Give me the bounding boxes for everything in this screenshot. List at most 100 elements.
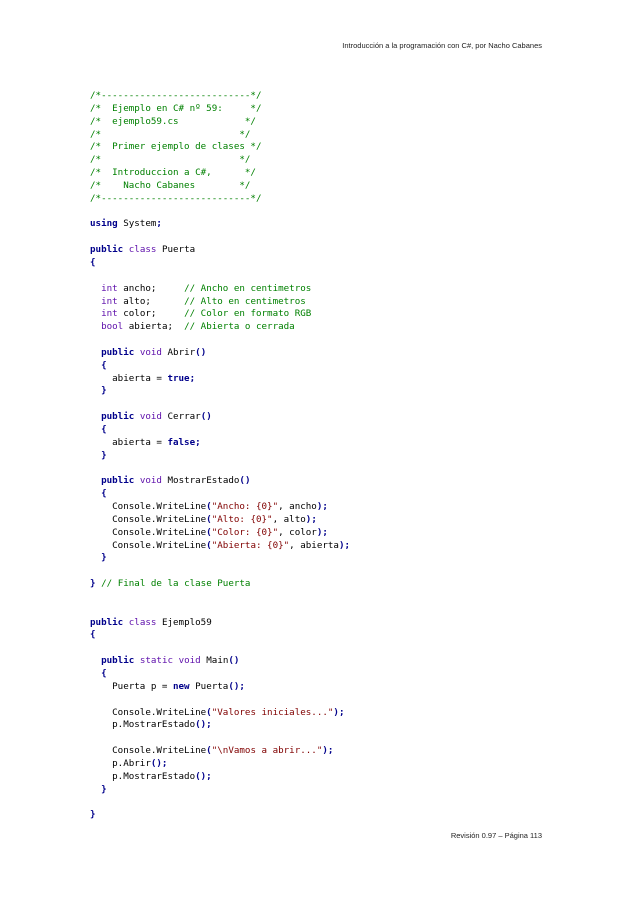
code-line: /* Primer ejemplo de clases */ [90,141,350,154]
code-text: abierta; [123,321,185,333]
code-line: using System; [90,218,350,231]
code-line: Console.WriteLine("Color: {0}", color); [90,527,350,540]
code-comment: // Alto en centimetros [184,295,306,307]
code-line: abierta = true; [90,373,350,386]
code-text: Console.WriteLine [90,501,207,512]
page-footer: Revisión 0.97 – Página 113 [450,831,542,840]
code-text: , alto [272,513,306,525]
code-punctuation: ); [316,526,328,538]
code-punctuation: { [101,488,107,500]
code-line: /* ejemplo59.cs */ [90,116,350,129]
code-line: } // Final de la clase Puerta [90,578,350,591]
code-punctuation: (); [228,680,245,692]
code-type: int [101,308,118,320]
code-line: public class Puerta [90,244,350,257]
code-punctuation: ); [305,513,317,525]
code-string: "Color: {0}" [211,526,279,538]
code-punctuation: { [90,629,96,641]
code-keyword: public [90,616,124,628]
code-text: MostrarEstado [161,475,240,487]
code-line: /*---------------------------*/ [90,90,350,103]
code-line: /*---------------------------*/ [90,193,350,206]
code-punctuation: } [101,552,107,564]
code-line: bool abierta; // Abierta o cerrada [90,321,350,334]
code-type: void [139,475,162,487]
code-line: Console.WriteLine("Valores iniciales..."… [90,707,350,720]
code-type: int [101,282,118,294]
code-text: Abrir [161,346,196,358]
code-punctuation: (); [195,719,212,731]
code-text: , ancho [278,501,317,512]
code-text: p.Abrir [90,757,151,769]
page-header: Introducción a la programación con C#, p… [342,41,542,50]
code-comment: /* Introduccion a C#, */ [90,167,256,179]
code-text: abierta = [90,372,168,384]
code-line: Console.WriteLine("\nVamos a abrir..."); [90,745,350,758]
code-keyword: new [172,680,190,692]
code-punctuation: { [101,667,107,679]
code-comment: /*---------------------------*/ [90,192,262,204]
code-punctuation: (); [150,757,168,769]
code-line: /* Ejemplo en C# nº 59: */ [90,103,350,116]
code-type: void [139,346,162,358]
code-punctuation: } [101,449,107,461]
code-line: { [90,257,350,270]
code-text: Puerta [156,244,196,256]
code-keyword: public [101,411,135,423]
code-text: ancho; [117,282,185,294]
code-string: "Valores iniciales..." [211,706,334,718]
code-keyword: public [101,346,135,358]
code-punctuation: ); [322,745,334,757]
code-punctuation: (); [195,770,212,782]
code-comment: // Abierta o cerrada [184,321,295,333]
code-text: Console.WriteLine [90,539,207,551]
code-line: } [90,784,350,797]
code-text: Cerrar [161,411,201,423]
code-comment: // Final de la clase Puerta [101,578,251,590]
code-line: Puerta p = new Puerta(); [90,681,350,694]
code-type: class [128,244,157,256]
code-string: "Ancho: {0}" [211,501,279,512]
code-type: void [178,655,201,667]
code-text: Console.WriteLine [90,526,207,538]
code-keyword: public [90,244,124,256]
code-punctuation: ; [189,372,196,384]
code-line: { [90,424,350,437]
code-punctuation: ; [195,436,201,448]
code-punctuation: } [101,385,107,397]
code-text: abierta = [90,436,168,448]
code-line: /* Nacho Cabanes */ [90,180,350,193]
code-text: , abierta [289,539,339,551]
code-comment: /* Primer ejemplo de clases */ [90,141,262,153]
code-line: { [90,488,350,501]
code-line: { [90,629,350,642]
code-line: } [90,552,350,565]
code-punctuation: { [101,359,107,371]
code-text: , color [278,526,317,538]
code-comment: // Ancho en centimetros [184,282,312,294]
code-line: abierta = false; [90,437,350,450]
code-line: /* Introduccion a C#, */ [90,167,350,180]
code-text: Ejemplo59 [156,616,212,628]
code-line: int alto; // Alto en centimetros [90,296,350,309]
code-keyword: using [90,218,118,230]
code-line: public class Ejemplo59 [90,617,350,630]
code-punctuation: } [90,809,96,821]
